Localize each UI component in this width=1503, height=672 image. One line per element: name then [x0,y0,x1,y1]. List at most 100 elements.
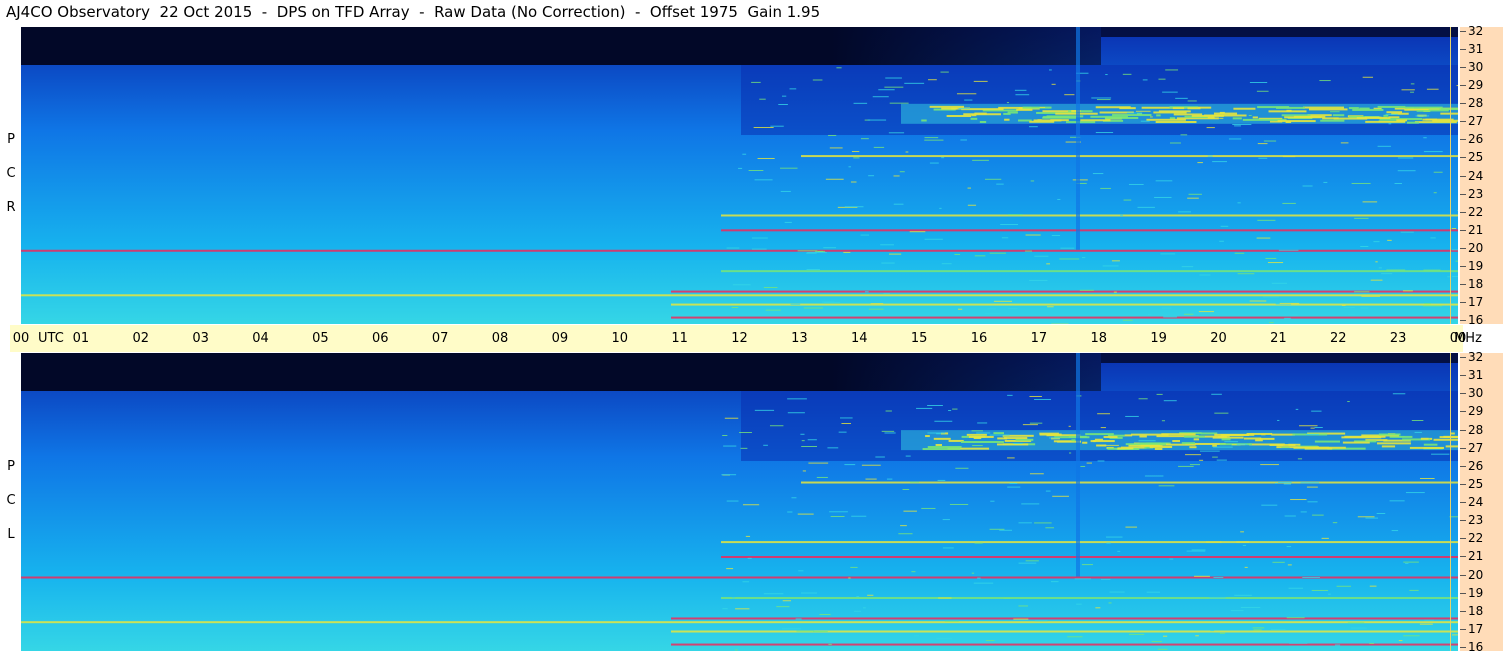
spectrogram-signal [1090,440,1096,443]
spectrogram-noise [1332,522,1338,524]
spectrogram-signal [1022,106,1052,109]
spectrogram-noise [1064,94,1075,96]
spectrogram-noise [1260,464,1279,466]
spectrogram-noise [801,445,818,447]
spectrogram-noise [929,162,939,164]
spectrogram-noise [1312,514,1324,516]
spectrogram-signal [1112,114,1152,117]
spectrogram-noise [870,303,884,305]
spectrogram-signal [1139,435,1147,438]
spectrogram-noise [1169,142,1181,144]
spectrogram-noise [731,307,739,309]
spectrogram-noise [902,488,910,490]
spectrogram-signal [1246,432,1273,435]
spectrogram-noise [1330,111,1340,113]
spectrogram-noise [1175,97,1188,99]
spectrogram-noise [787,511,793,513]
spectrogram-noise [1029,126,1038,128]
spectrogram-signal [1003,437,1028,440]
spectrogram-noise [936,638,952,640]
spectrogram-noise [1146,442,1161,444]
spectrogram-noise [1080,465,1086,467]
spectrogram-noise [1181,266,1194,268]
spectrogram-noise [1397,157,1414,159]
spectrogram-noise [787,398,807,400]
spectrogram-noise [1052,495,1069,497]
spectrogram-band [1076,27,1080,250]
spectrogram-signal [1193,438,1200,441]
freq-tick-label: 22 [1468,204,1484,219]
freq-tick-mark [1460,85,1466,87]
spectrogram-noise [1423,269,1441,271]
spectrogram-noise [1399,436,1405,438]
spectrogram-signal [968,435,994,438]
spectrogram-noise [1059,258,1080,260]
spectrogram-noise [1234,125,1241,127]
spectrogram-signal [1302,106,1344,109]
spectrogram-noise [1278,481,1292,483]
spectrogram-noise [1049,69,1052,71]
spectrogram-noise [830,515,845,517]
spectrogram-noise [1074,578,1091,580]
spectrogram-noise [1282,156,1296,158]
spectrogram-noise [1198,311,1214,313]
spectrogram-noise [1397,170,1416,172]
spectrogram-signal [1213,112,1238,115]
spectrogram-signal [721,541,1458,544]
utc-tick-label: 17 [1030,331,1048,346]
spectrogram-noise [787,412,805,414]
spectrogram-noise [763,593,784,595]
freq-tick-label: 17 [1468,621,1484,636]
spectrogram-noise [1009,482,1018,484]
spectrogram-noise [884,86,904,88]
spectrogram-noise [1343,307,1355,309]
spectrogram-noise [1029,473,1044,475]
spectrogram-signal [1172,107,1185,110]
spectrogram-signal [721,596,1458,599]
mhz-axis-label: MHz [1454,331,1482,346]
spectrogram-noise [1236,541,1250,543]
spectrogram-noise [1380,646,1391,648]
spectrogram-noise [964,99,973,101]
spectrogram-noise [940,71,949,73]
spectrogram-signal [1377,105,1406,108]
spectrogram-noise [1151,641,1162,643]
spectrogram-noise [1212,161,1227,163]
spectrogram-noise [1189,464,1201,466]
spectrogram-noise [1347,314,1355,316]
lcp-spectrogram [21,353,1458,651]
utc-tick-label: 09 [551,331,569,346]
spectrogram-noise [1047,306,1054,308]
freq-tick-mark [1460,502,1466,503]
freq-tick-mark [1460,229,1466,231]
spectrogram-noise [1424,303,1431,305]
day-end-marker-lcp [1450,353,1451,651]
spectrogram-noise [1430,237,1436,239]
spectrogram-noise [1282,202,1296,204]
spectrogram-noise [1037,320,1048,322]
spectrogram-noise [1228,138,1242,140]
spectrogram-noise [1147,313,1152,315]
spectrogram-noise [1197,162,1203,164]
spectrogram-noise [880,244,894,246]
spectrogram-noise [1128,633,1145,635]
freq-tick-label: 25 [1468,150,1484,165]
spectrogram-noise [1144,475,1164,477]
spectrogram-noise [1269,322,1274,324]
freq-tick-mark [1460,465,1466,467]
spectrogram-noise [1209,597,1226,599]
spectrogram-noise [1236,443,1248,445]
lcp-label: P C L [2,450,20,552]
freq-tick-label: 16 [1468,640,1484,654]
spectrogram-noise [1375,261,1378,263]
spectrogram-signal [1277,120,1316,123]
spectrogram-noise [1362,76,1374,78]
spectrogram-noise [840,417,853,419]
spectrogram-signal [921,119,927,122]
freq-tick-label: 30 [1468,60,1484,75]
spectrogram-signal [993,432,1005,435]
spectrogram-noise [1424,619,1434,621]
spectrogram-noise [1122,73,1132,75]
spectrogram-noise [806,268,820,270]
freq-tick-label: 18 [1468,276,1484,291]
